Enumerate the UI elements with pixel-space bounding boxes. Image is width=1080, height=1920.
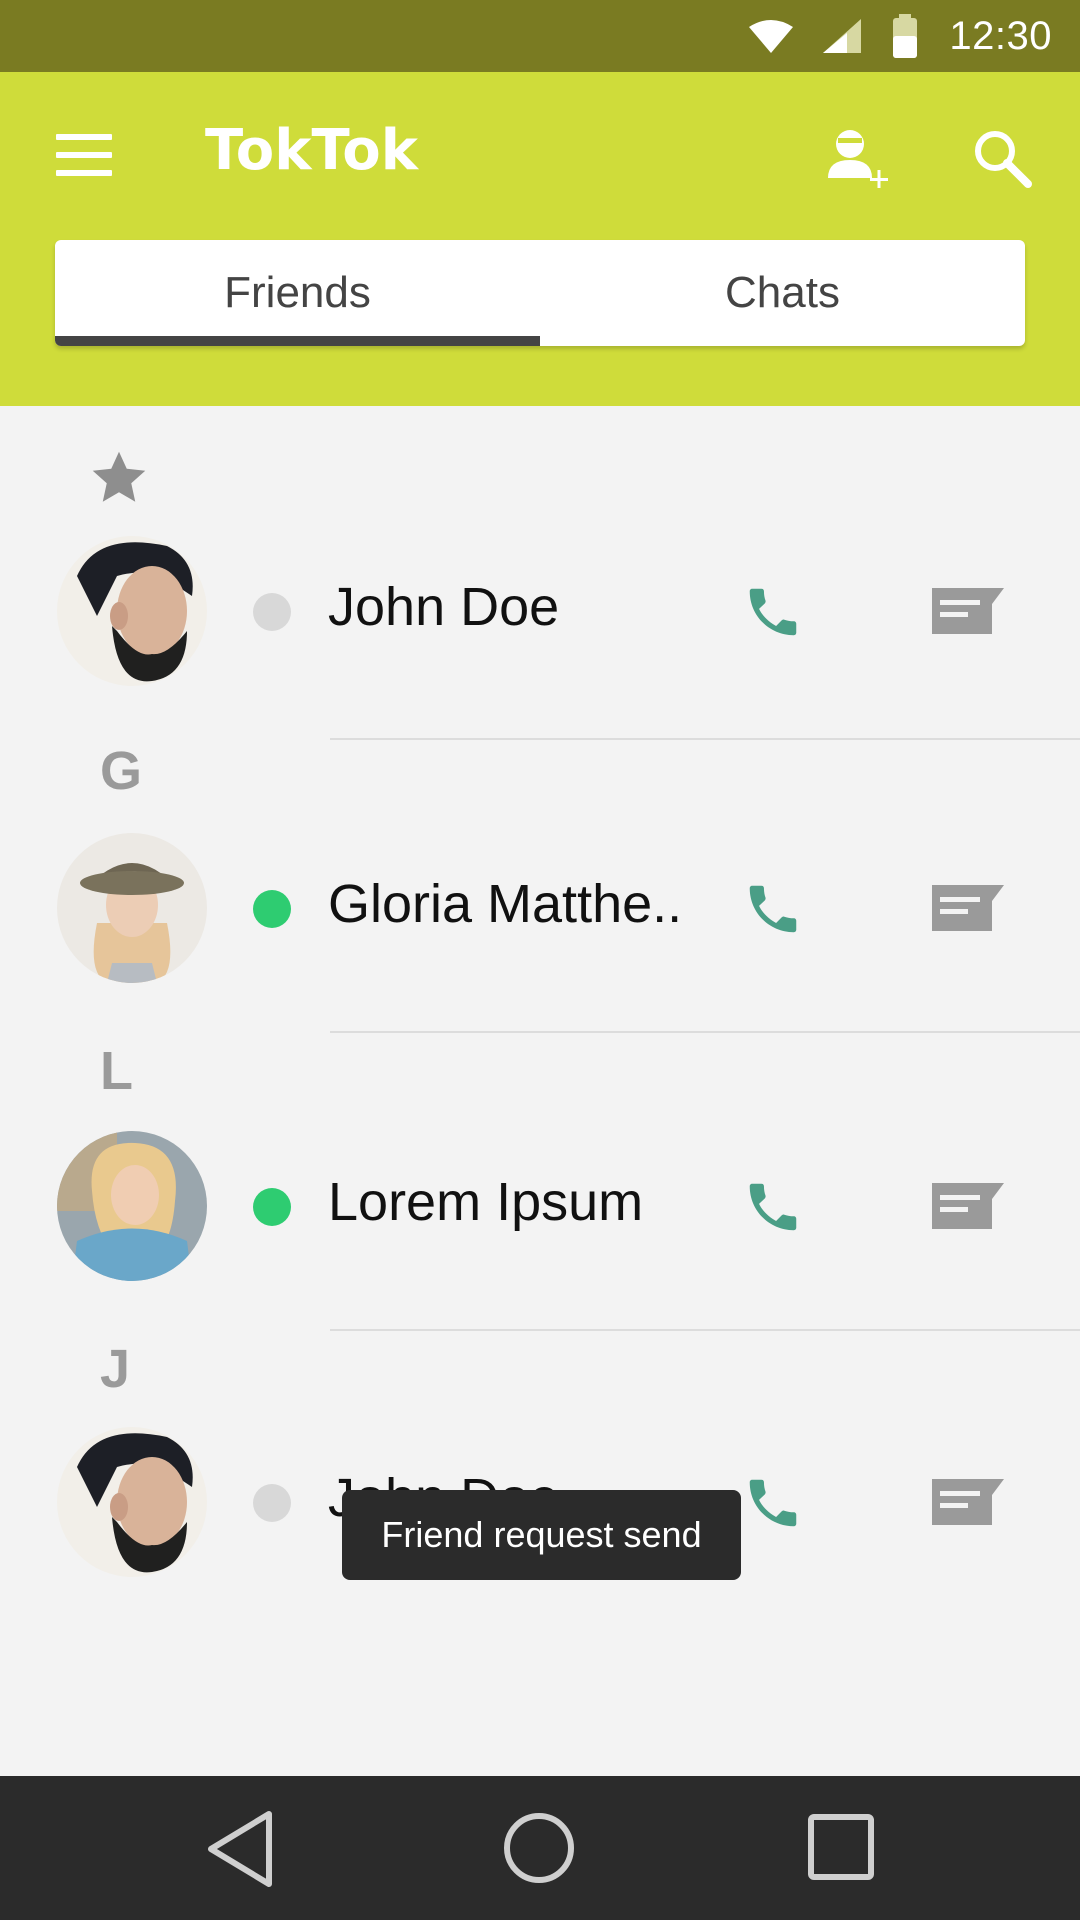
friend-row[interactable]: Lorem Ipsum <box>0 1131 1080 1281</box>
message-icon[interactable] <box>932 1479 1004 1525</box>
avatar <box>57 1131 207 1281</box>
search-icon[interactable] <box>972 128 1032 188</box>
section-header-g: G <box>100 741 143 801</box>
friend-row[interactable]: Gloria Matthe.. <box>0 833 1080 983</box>
call-icon[interactable] <box>740 581 806 643</box>
call-icon[interactable] <box>740 878 806 940</box>
app-title: TokTok <box>205 118 418 183</box>
presence-indicator <box>253 1188 291 1226</box>
battery-icon <box>893 14 918 58</box>
clock: 12:30 <box>949 13 1052 58</box>
message-icon[interactable] <box>932 885 1004 931</box>
tab-bar: Friends Chats <box>55 240 1025 346</box>
message-icon[interactable] <box>932 1183 1004 1229</box>
back-icon[interactable] <box>205 1810 277 1888</box>
signal-icon <box>823 19 862 53</box>
nav-bar <box>0 1776 1080 1920</box>
tab-chats[interactable]: Chats <box>540 240 1025 346</box>
tab-friends[interactable]: Friends <box>55 240 540 346</box>
divider <box>330 1031 1080 1033</box>
divider <box>330 1329 1080 1331</box>
call-icon[interactable] <box>740 1176 806 1238</box>
add-friend-icon[interactable] <box>826 124 890 194</box>
call-icon[interactable] <box>740 1472 806 1534</box>
avatar <box>57 1427 207 1577</box>
friend-name: Lorem Ipsum <box>328 1172 644 1232</box>
menu-icon[interactable] <box>56 134 112 184</box>
message-icon[interactable] <box>932 588 1004 634</box>
home-icon[interactable] <box>503 1812 575 1884</box>
avatar <box>57 536 207 686</box>
star-icon <box>92 451 146 502</box>
screen: 12:30 TokTok Friends Chats John Doe G Gl… <box>0 0 1080 1920</box>
section-header-j: J <box>100 1339 131 1399</box>
toast-message: Friend request send <box>342 1490 741 1580</box>
wifi-icon <box>749 20 794 53</box>
friend-row[interactable]: John Doe <box>0 536 1080 686</box>
presence-indicator <box>253 890 291 928</box>
presence-indicator <box>253 593 291 631</box>
presence-indicator <box>253 1484 291 1522</box>
avatar <box>57 833 207 983</box>
divider <box>330 738 1080 740</box>
friend-name: Gloria Matthe.. <box>328 874 683 934</box>
status-bar: 12:30 <box>0 0 1080 72</box>
friend-name: John Doe <box>328 577 560 637</box>
app-bar: TokTok Friends Chats <box>0 72 1080 406</box>
recents-icon[interactable] <box>808 1814 874 1880</box>
section-header-l: L <box>100 1041 133 1101</box>
